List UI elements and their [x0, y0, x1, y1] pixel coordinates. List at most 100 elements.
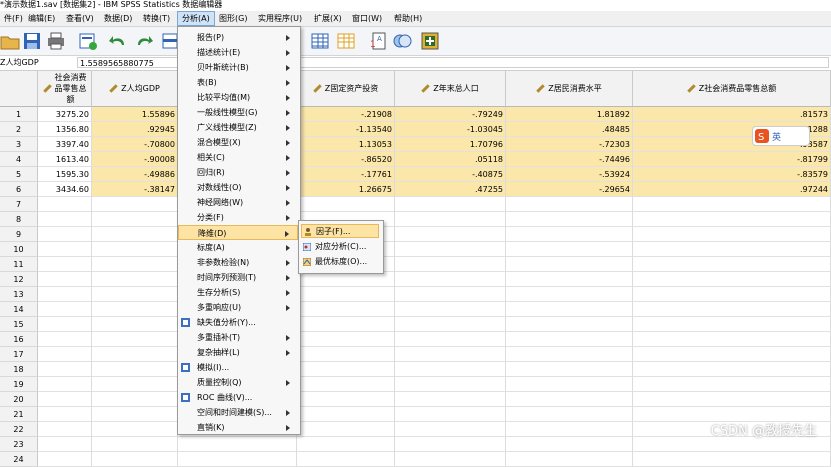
submenu-item-optimal-scaling[interactable]: 最优标度(O)...	[301, 255, 379, 269]
table-cell[interactable]	[297, 437, 395, 452]
table-cell[interactable]: 3275.20	[38, 107, 92, 122]
analyze-menu-item[interactable]: ROC 曲线(V)...	[178, 390, 298, 405]
submenu-item-correspondence[interactable]: 对应分析(C)...	[301, 240, 379, 254]
analyze-menu-item[interactable]: 报告(P)	[178, 30, 298, 45]
table-cell[interactable]	[92, 362, 178, 377]
menu-extensions[interactable]: 扩展(X)	[310, 11, 346, 26]
value-labels-icon[interactable]: 1A	[368, 31, 388, 51]
save-icon[interactable]	[22, 31, 42, 51]
table-cell[interactable]	[395, 407, 506, 422]
analyze-menu-item[interactable]: 贝叶斯统计(B)	[178, 60, 298, 75]
analyze-menu-item[interactable]: 神经网络(W)	[178, 195, 298, 210]
col-header-zconsume[interactable]: Z居民消费水平	[506, 71, 633, 107]
table-cell[interactable]	[395, 302, 506, 317]
analyze-menu-item[interactable]: 回归(R)	[178, 165, 298, 180]
menu-edit[interactable]: 编辑(E)	[24, 11, 59, 26]
table-cell[interactable]: .48485	[506, 122, 633, 137]
table-cell[interactable]: 1.13053	[297, 137, 395, 152]
menu-graphs[interactable]: 图形(G)	[215, 11, 251, 26]
row-header[interactable]: 13	[0, 287, 38, 302]
table-cell[interactable]	[297, 362, 395, 377]
table-cell[interactable]	[92, 227, 178, 242]
table-cell[interactable]: .05118	[395, 152, 506, 167]
row-header[interactable]: 9	[0, 227, 38, 242]
table-cell[interactable]	[38, 317, 92, 332]
analyze-menu-item[interactable]: 表(B)	[178, 75, 298, 90]
corner-header[interactable]	[0, 71, 38, 107]
table-cell[interactable]: -.29654	[506, 182, 633, 197]
col-header-zgdp[interactable]: Z人均GDP	[92, 71, 178, 107]
row-header[interactable]: 17	[0, 347, 38, 362]
row-header[interactable]: 5	[0, 167, 38, 182]
weight-cases-icon[interactable]	[336, 31, 356, 51]
table-cell[interactable]: .92945	[92, 122, 178, 137]
table-cell[interactable]: .47255	[395, 182, 506, 197]
row-header[interactable]: 3	[0, 137, 38, 152]
row-header[interactable]: 20	[0, 392, 38, 407]
table-cell[interactable]	[38, 212, 92, 227]
menu-data[interactable]: 数据(D)	[100, 11, 136, 26]
table-cell[interactable]	[92, 257, 178, 272]
table-cell[interactable]	[297, 452, 395, 467]
table-cell[interactable]	[38, 287, 92, 302]
table-cell[interactable]: -.21908	[297, 107, 395, 122]
table-cell[interactable]	[506, 347, 633, 362]
row-header[interactable]: 10	[0, 242, 38, 257]
table-cell[interactable]	[38, 407, 92, 422]
table-cell[interactable]: -.17761	[297, 167, 395, 182]
table-cell[interactable]	[506, 242, 633, 257]
analyze-menu-item[interactable]: 时间序列预测(T)	[178, 270, 298, 285]
table-cell[interactable]	[92, 437, 178, 452]
table-cell[interactable]	[92, 422, 178, 437]
table-cell[interactable]	[297, 272, 395, 287]
table-cell[interactable]	[633, 197, 831, 212]
row-header[interactable]: 7	[0, 197, 38, 212]
table-cell[interactable]	[92, 317, 178, 332]
table-cell[interactable]	[395, 212, 506, 227]
col-header-retail[interactable]: 社会消费品零售总额	[38, 71, 92, 107]
table-cell[interactable]	[506, 317, 633, 332]
table-cell[interactable]	[38, 377, 92, 392]
table-cell[interactable]: -.79249	[395, 107, 506, 122]
table-cell[interactable]	[395, 317, 506, 332]
table-cell[interactable]	[297, 422, 395, 437]
row-header[interactable]: 11	[0, 257, 38, 272]
table-cell[interactable]	[297, 197, 395, 212]
table-cell[interactable]: 1.70796	[395, 137, 506, 152]
table-cell[interactable]: 1.81892	[506, 107, 633, 122]
row-header[interactable]: 18	[0, 362, 38, 377]
table-cell[interactable]: .97244	[633, 182, 831, 197]
table-cell[interactable]	[38, 452, 92, 467]
row-header[interactable]: 14	[0, 302, 38, 317]
analyze-menu-item[interactable]: 描述统计(E)	[178, 45, 298, 60]
print-icon[interactable]	[46, 31, 66, 51]
table-cell[interactable]: -.53924	[506, 167, 633, 182]
table-cell[interactable]	[92, 212, 178, 227]
table-cell[interactable]: 1595.30	[38, 167, 92, 182]
table-cell[interactable]	[633, 392, 831, 407]
analyze-menu-item[interactable]: 分类(F)	[178, 210, 298, 225]
table-cell[interactable]	[395, 362, 506, 377]
table-cell[interactable]	[38, 437, 92, 452]
table-cell[interactable]	[92, 392, 178, 407]
analyze-menu-item[interactable]: 生存分析(S)	[178, 285, 298, 300]
analyze-menu-item[interactable]: 混合模型(X)	[178, 135, 298, 150]
analyze-menu-item[interactable]: 空间和时间建模(S)...	[178, 405, 298, 420]
table-cell[interactable]: -.70800	[92, 137, 178, 152]
analyze-menu-item[interactable]: 相关(C)	[178, 150, 298, 165]
table-cell[interactable]: -.74496	[506, 152, 633, 167]
table-cell[interactable]	[92, 452, 178, 467]
table-cell[interactable]	[633, 452, 831, 467]
analyze-menu-item[interactable]: 标度(A)	[178, 240, 298, 255]
table-cell[interactable]: 3434.60	[38, 182, 92, 197]
row-header[interactable]: 8	[0, 212, 38, 227]
table-cell[interactable]	[92, 347, 178, 362]
table-cell[interactable]	[395, 272, 506, 287]
table-cell[interactable]	[506, 212, 633, 227]
table-cell[interactable]: -1.13540	[297, 122, 395, 137]
analyze-menu-item[interactable]: 降维(D)	[178, 225, 298, 240]
table-cell[interactable]	[395, 257, 506, 272]
analyze-menu-item[interactable]: 多重插补(T)	[178, 330, 298, 345]
row-header[interactable]: 1	[0, 107, 38, 122]
table-cell[interactable]	[92, 242, 178, 257]
